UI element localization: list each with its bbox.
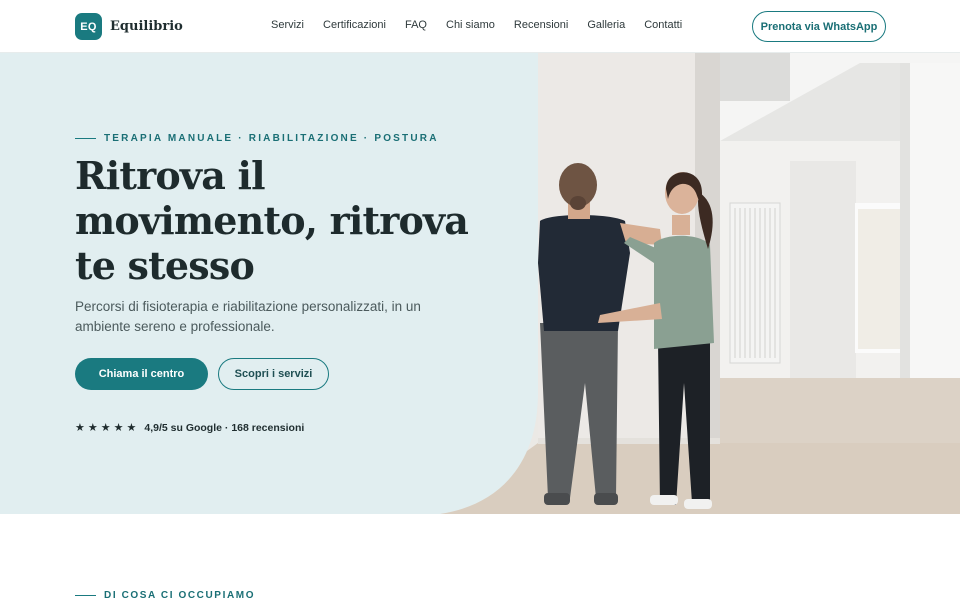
discover-services-button[interactable]: Scopri i servizi <box>218 358 329 390</box>
nav-item-servizi[interactable]: Servizi <box>271 19 304 31</box>
hero-headline: Ritrova il movimento, ritrova te stesso <box>75 153 469 288</box>
logo-badge: EQ <box>75 13 102 40</box>
eyebrow-divider <box>75 595 96 596</box>
call-center-button[interactable]: Chiama il centro <box>75 358 208 390</box>
main-nav: Servizi Certificazioni FAQ Chi siamo Rec… <box>271 19 682 31</box>
whatsapp-booking-button[interactable]: Prenota via WhatsApp <box>752 11 886 42</box>
services-section-eyebrow: DI COSA CI OCCUPIAMO <box>75 590 255 600</box>
google-rating: ★ ★ ★ ★ ★ 4,9/5 su Google · 168 recensio… <box>75 422 304 434</box>
nav-item-galleria[interactable]: Galleria <box>587 19 625 31</box>
nav-item-faq[interactable]: FAQ <box>405 19 427 31</box>
services-eyebrow-text: DI COSA CI OCCUPIAMO <box>104 590 256 600</box>
rating-stars: ★ ★ ★ ★ ★ <box>75 421 137 434</box>
hero-eyebrow-text: TERAPIA MANUALE · RIABILITAZIONE · POSTU… <box>104 133 439 144</box>
nav-item-recensioni[interactable]: Recensioni <box>514 19 568 31</box>
star-icon: ★ <box>113 421 124 434</box>
rating-text: 4,9/5 su Google · 168 recensioni <box>144 422 305 434</box>
star-icon: ★ <box>100 421 111 434</box>
hero-eyebrow: TERAPIA MANUALE · RIABILITAZIONE · POSTU… <box>75 133 439 144</box>
nav-item-certificazioni[interactable]: Certificazioni <box>323 19 386 31</box>
nav-item-chi-siamo[interactable]: Chi siamo <box>446 19 495 31</box>
site-header: EQ Equilibrio Servizi Certificazioni FAQ… <box>0 0 960 53</box>
nav-item-contatti[interactable]: Contatti <box>644 19 682 31</box>
brand-name: Equilibrio <box>110 19 183 34</box>
star-icon: ★ <box>126 421 137 434</box>
hero-photo <box>440 53 960 514</box>
hero-subtitle: Percorsi di fisioterapia e riabilitazion… <box>75 299 421 334</box>
brand-logo[interactable]: EQ Equilibrio <box>75 13 183 40</box>
hero-section: TERAPIA MANUALE · RIABILITAZIONE · POSTU… <box>0 53 960 514</box>
star-icon: ★ <box>75 421 85 434</box>
eyebrow-divider <box>75 138 96 139</box>
star-icon: ★ <box>87 421 98 434</box>
